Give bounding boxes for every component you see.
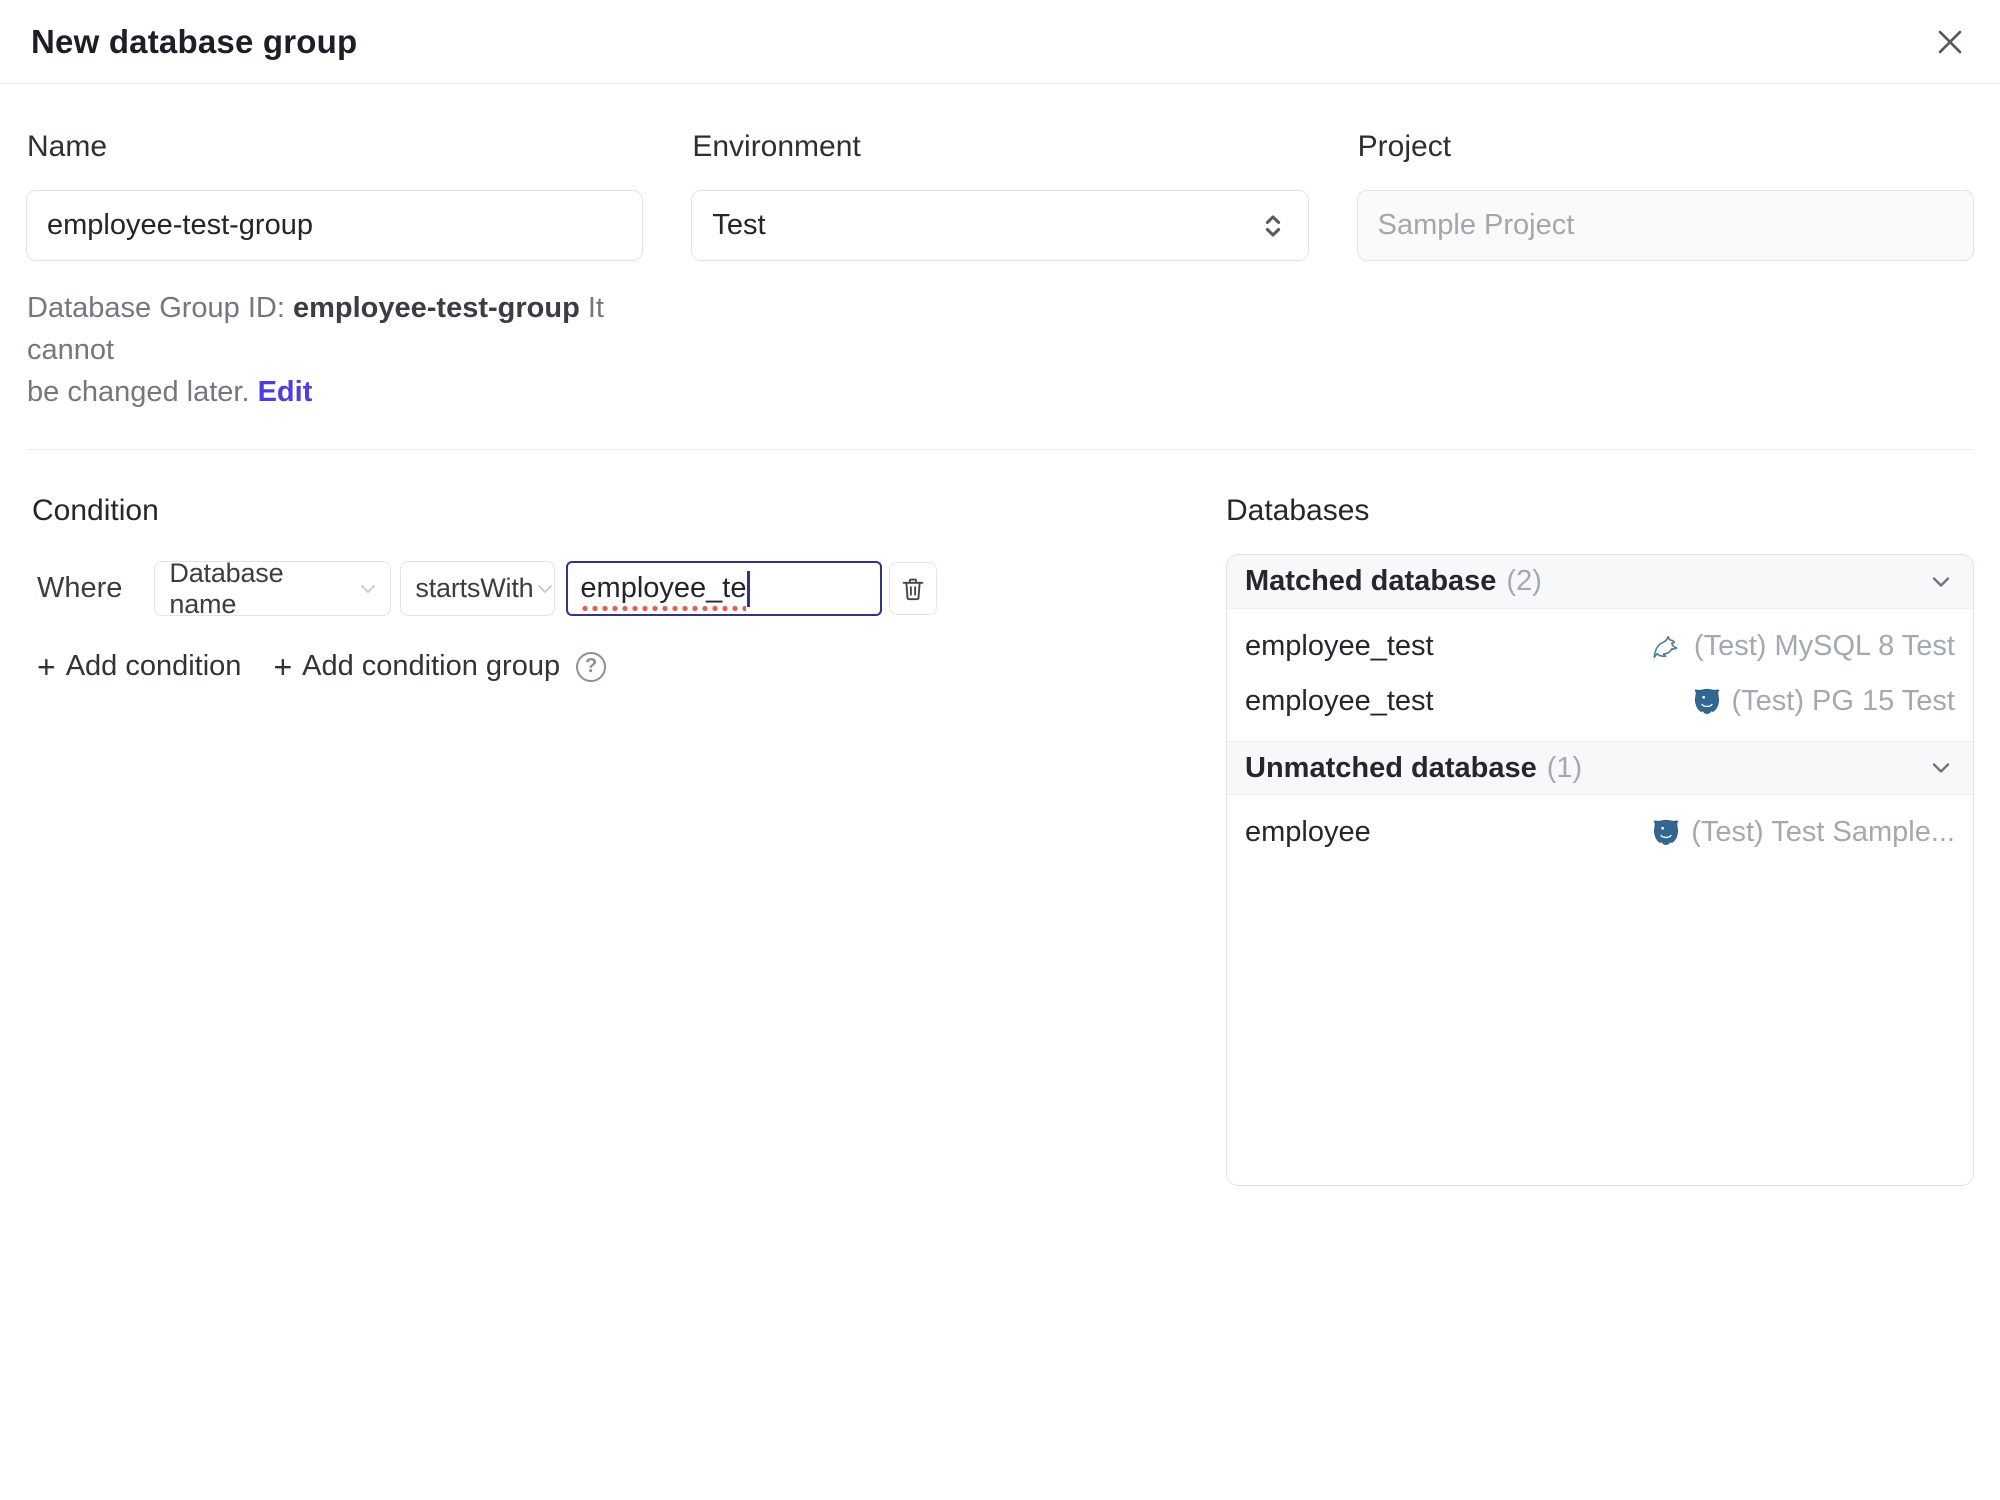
condition-operator-select-value: startsWith bbox=[415, 573, 534, 603]
unmatched-database-header[interactable]: Unmatched database (1) bbox=[1227, 741, 1973, 794]
condition-value-input[interactable]: employee_te bbox=[566, 561, 883, 616]
condition-section: Condition Where Database name startsWith… bbox=[26, 450, 1176, 1186]
project-label: Project bbox=[1357, 130, 1452, 163]
matched-database-rows: employee_test (Test) MySQL 8 Test employ… bbox=[1227, 608, 1973, 741]
databases-section: Databases Matched database (2) employee_… bbox=[1226, 450, 1974, 1186]
postgresql-icon bbox=[1651, 818, 1681, 848]
matched-database-header[interactable]: Matched database (2) bbox=[1227, 555, 1973, 608]
database-instance-label: (Test) MySQL 8 Test bbox=[1693, 630, 1955, 662]
group-id-help-suffix2: be changed later. bbox=[27, 376, 258, 408]
environment-field-group: Environment Test bbox=[691, 130, 1309, 261]
chevron-down-icon bbox=[1927, 754, 1955, 782]
close-icon bbox=[1933, 25, 1967, 59]
chevron-down-icon bbox=[533, 577, 557, 601]
name-field-group: Name bbox=[26, 130, 644, 261]
condition-heading: Condition bbox=[32, 494, 159, 527]
page-title: New database group bbox=[31, 22, 358, 60]
database-instance-label: (Test) Test Sample... bbox=[1691, 816, 1955, 848]
add-condition-group-label: Add condition group bbox=[302, 650, 561, 682]
database-instance-group: (Test) MySQL 8 Test bbox=[1652, 630, 1955, 663]
matched-database-count: (2) bbox=[1506, 565, 1542, 597]
database-name: employee_test bbox=[1245, 685, 1434, 717]
name-label: Name bbox=[27, 130, 108, 163]
mysql-icon bbox=[1652, 633, 1684, 661]
databases-panel: Matched database (2) employee_test (Test… bbox=[1226, 554, 1974, 1186]
chevron-down-icon bbox=[1927, 568, 1955, 596]
add-condition-label: Add condition bbox=[65, 650, 242, 682]
environment-select-value: Test bbox=[712, 209, 766, 241]
group-id-help-text: Database Group ID: employee-test-group I… bbox=[27, 287, 667, 413]
matched-database-title: Matched database bbox=[1245, 565, 1497, 597]
text-caret bbox=[747, 570, 750, 607]
condition-field-select[interactable]: Database name bbox=[154, 558, 392, 619]
help-icon[interactable]: ? bbox=[576, 651, 607, 682]
condition-value-text: employee_te bbox=[580, 572, 747, 612]
unmatched-database-rows: employee (Test) Test Sample... bbox=[1227, 794, 1973, 1185]
project-input: Sample Project bbox=[1356, 190, 1974, 261]
unmatched-database-count: (1) bbox=[1546, 751, 1583, 784]
project-value: Sample Project bbox=[1377, 209, 1575, 241]
plus-icon: + bbox=[37, 648, 56, 685]
database-instance-label: (Test) PG 15 Test bbox=[1731, 685, 1956, 717]
unmatched-database-title: Unmatched database bbox=[1245, 751, 1537, 784]
where-label: Where bbox=[37, 572, 123, 604]
condition-operator-select[interactable]: startsWith bbox=[400, 561, 557, 616]
name-input[interactable] bbox=[26, 190, 644, 261]
database-instance-group: (Test) PG 15 Test bbox=[1692, 685, 1956, 718]
database-instance-group: (Test) Test Sample... bbox=[1651, 816, 1955, 849]
dialog-header: New database group bbox=[0, 0, 2000, 84]
environment-label: Environment bbox=[692, 130, 861, 163]
database-row: employee_test (Test) MySQL 8 Test bbox=[1227, 619, 1973, 674]
group-id-help-prefix: Database Group ID: bbox=[27, 292, 293, 324]
form-fields: Name Environment Test Project Sample Pro… bbox=[26, 130, 1974, 261]
project-field-group: Project Sample Project bbox=[1356, 130, 1974, 261]
group-id-value: employee-test-group bbox=[292, 292, 580, 324]
add-condition-group-button[interactable]: + Add condition group bbox=[273, 650, 560, 683]
delete-condition-button[interactable] bbox=[889, 562, 938, 615]
database-name: employee_test bbox=[1245, 630, 1434, 662]
trash-icon bbox=[898, 574, 928, 604]
condition-actions-row: + Add condition + Add condition group ? bbox=[37, 650, 1176, 683]
chevron-down-icon bbox=[356, 577, 380, 601]
database-row: employee_test (Test) PG 15 Test bbox=[1227, 674, 1973, 729]
add-condition-button[interactable]: + Add condition bbox=[37, 650, 241, 683]
edit-group-id-link[interactable]: Edit bbox=[258, 376, 313, 408]
condition-expression-row: Where Database name startsWith employee_… bbox=[37, 558, 1176, 619]
new-database-group-dialog: { "dialog": { "title": "New database gro… bbox=[0, 0, 2000, 1500]
database-row: employee (Test) Test Sample... bbox=[1227, 805, 1973, 860]
plus-icon: + bbox=[273, 648, 293, 685]
close-button[interactable] bbox=[1928, 20, 1972, 64]
lower-section: Condition Where Database name startsWith… bbox=[26, 450, 1974, 1186]
postgresql-icon bbox=[1692, 687, 1722, 717]
environment-select[interactable]: Test bbox=[691, 190, 1309, 261]
select-stepper-icon bbox=[1258, 211, 1288, 241]
database-name: employee bbox=[1245, 816, 1371, 848]
condition-field-select-value: Database name bbox=[169, 557, 284, 619]
databases-heading: Databases bbox=[1226, 494, 1370, 527]
